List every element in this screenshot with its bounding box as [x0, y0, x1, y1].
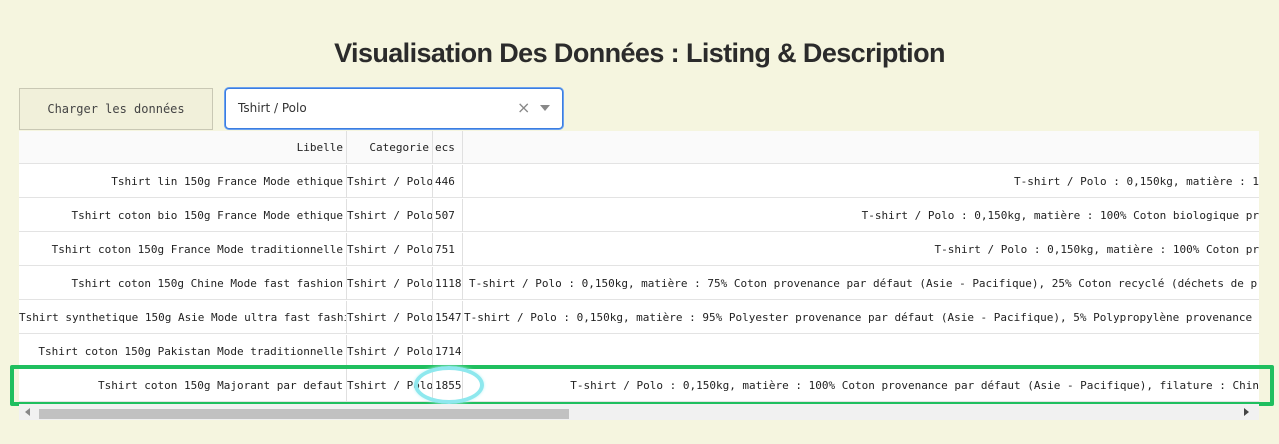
cell-categorie: Tshirt / Polo — [347, 267, 433, 300]
cell-categorie: Tshirt / Polo — [347, 335, 433, 368]
cell-libelle: Tshirt lin 150g France Mode ethique — [19, 165, 347, 198]
scroll-left-arrow-icon[interactable] — [25, 408, 30, 416]
column-header-ecs[interactable]: ecs — [433, 131, 463, 164]
cell-categorie: Tshirt / Polo — [347, 199, 433, 232]
scrollbar-thumb[interactable] — [39, 409, 569, 419]
cell-description: T-shirt / Polo : 0,150kg, matière : 75% … — [469, 277, 1259, 290]
cell-ecs: 1547 — [433, 301, 463, 334]
table-row[interactable]: Tshirt coton bio 150g France Mode ethiqu… — [19, 199, 1259, 232]
cell-ecs: 751 — [433, 233, 463, 266]
cell-libelle: Tshirt coton bio 150g France Mode ethiqu… — [19, 199, 347, 232]
cell-description: T-shirt / Polo : 0,150kg, matière : 95% … — [464, 311, 1259, 324]
page-title: Visualisation Des Données : Listing & De… — [334, 38, 945, 68]
cell-libelle: Tshirt synthetique 150g Asie Mode ultra … — [19, 301, 347, 334]
cell-libelle: Tshirt coton 150g Pakistan Mode traditio… — [19, 335, 347, 368]
column-header-description[interactable] — [463, 131, 1259, 164]
cell-ecs: 507 — [433, 199, 463, 232]
table-row[interactable]: Tshirt synthetique 150g Asie Mode ultra … — [19, 301, 1259, 334]
cell-ecs: 1714 — [433, 335, 463, 368]
table-row[interactable]: Tshirt coton 150g France Mode traditionn… — [19, 233, 1259, 266]
table-row[interactable]: Tshirt lin 150g France Mode ethique Tshi… — [19, 165, 1259, 198]
category-select[interactable]: Tshirt / Polo × — [225, 88, 563, 129]
cell-highlight-circle — [414, 366, 484, 404]
load-data-button[interactable]: Charger les données — [19, 88, 213, 130]
cell-description: T-shirt / Polo : 0,150kg, matière : 1 — [1013, 175, 1259, 188]
cell-ecs: 446 — [433, 165, 463, 198]
cell-libelle: Tshirt coton 150g Chine Mode fast fashio… — [19, 267, 347, 300]
row-highlight-box — [10, 365, 1274, 406]
cell-categorie: Tshirt / Polo — [347, 233, 433, 266]
data-table: Libelle Categorie ecs Tshirt lin 150g Fr… — [19, 131, 1259, 403]
chevron-down-icon[interactable] — [540, 105, 550, 111]
table-header-row: Libelle Categorie ecs — [19, 131, 1259, 164]
cell-categorie: Tshirt / Polo — [347, 301, 433, 334]
column-header-categorie[interactable]: Categorie — [347, 131, 433, 164]
clear-icon[interactable]: × — [517, 98, 530, 117]
category-select-value: Tshirt / Polo — [238, 101, 307, 115]
table-row[interactable]: Tshirt coton 150g Pakistan Mode traditio… — [19, 335, 1259, 368]
horizontal-scrollbar[interactable] — [19, 404, 1259, 420]
cell-libelle: Tshirt coton 150g France Mode traditionn… — [19, 233, 347, 266]
cell-ecs: 1118 — [433, 267, 463, 300]
scroll-right-arrow-icon[interactable] — [1244, 408, 1249, 416]
table-row[interactable]: Tshirt coton 150g Chine Mode fast fashio… — [19, 267, 1259, 300]
cell-categorie: Tshirt / Polo — [347, 165, 433, 198]
cell-description: T-shirt / Polo : 0,150kg, matière : 100%… — [861, 209, 1259, 222]
cell-description: T-shirt / Polo : 0,150kg, matière : 100%… — [934, 243, 1259, 256]
cell-description — [463, 335, 1259, 368]
column-header-libelle[interactable]: Libelle — [19, 131, 347, 164]
